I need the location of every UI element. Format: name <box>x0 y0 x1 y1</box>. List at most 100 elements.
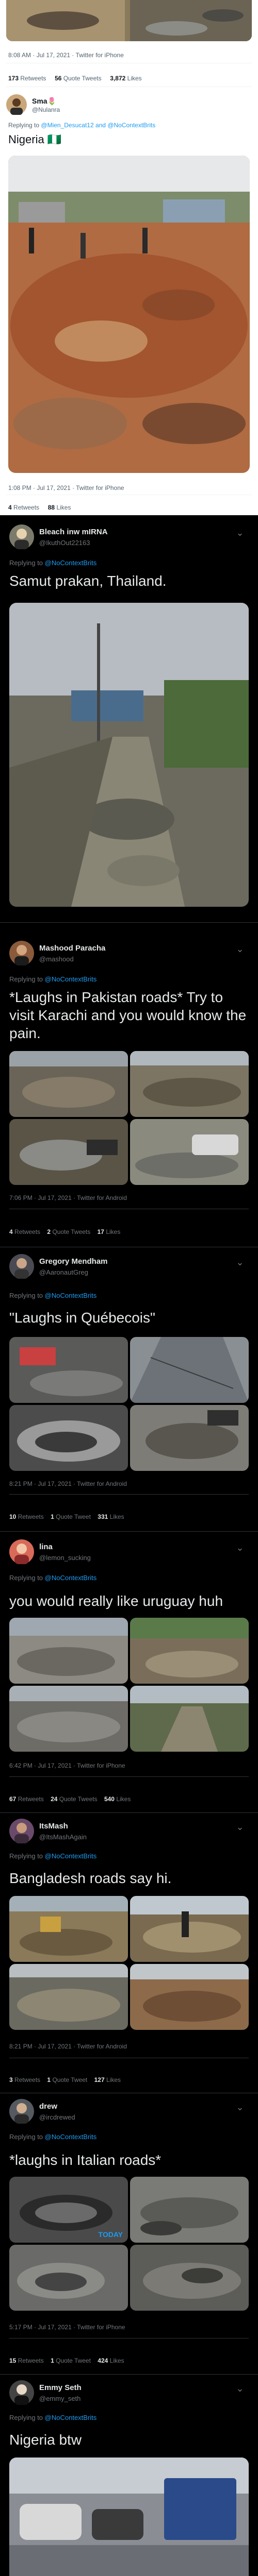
tweet4-stats: 10 Retweets 1 Quote Tweet 331 Likes <box>9 1513 124 1520</box>
chevron-down-icon[interactable]: ⌄ <box>233 1258 247 1267</box>
tweet4-likes-count[interactable]: 331 <box>98 1513 108 1520</box>
tweet5-author-name[interactable]: lina <box>39 1543 53 1551</box>
replying-handle[interactable]: @NoContextBrits <box>45 1852 97 1860</box>
tweet6-likes-count[interactable]: 127 <box>94 2076 105 2083</box>
tweet3-photo-4[interactable] <box>130 1119 249 1185</box>
tweet7-author-handle[interactable]: @ircdrewed <box>39 2113 75 2121</box>
avatar[interactable] <box>9 524 34 549</box>
tweet4-photo-1[interactable] <box>9 1337 128 1403</box>
retweets-label: Retweets <box>18 1513 44 1520</box>
tweet5-photo-1[interactable] <box>9 1618 128 1684</box>
tweet5-likes-count[interactable]: 540 <box>104 1795 115 1803</box>
tweet0-photo-top[interactable] <box>6 0 252 41</box>
tweet3-retweets-count[interactable]: 4 <box>9 1228 13 1235</box>
avatar[interactable] <box>9 2099 34 2124</box>
chevron-down-icon[interactable]: ⌄ <box>233 1822 247 1832</box>
retweets-label: Retweets <box>20 75 46 82</box>
tweet7-author-name[interactable]: drew <box>39 2102 57 2111</box>
replying-handle[interactable]: @NoContextBrits <box>45 1292 97 1299</box>
tweet2-author-handle[interactable]: @IkuthOut22163 <box>39 539 90 547</box>
tweet0-retweets-count[interactable]: 173 <box>8 75 19 82</box>
tweet8-author-name[interactable]: Emmy Seth <box>39 2383 82 2392</box>
chevron-down-icon[interactable]: ⌄ <box>233 2384 247 2393</box>
tweet3-photo-3[interactable] <box>9 1119 128 1185</box>
tweet3-stats: 4 Retweets 2 Quote Tweets 17 Likes <box>9 1228 120 1235</box>
chevron-down-icon[interactable]: ⌄ <box>233 2103 247 2112</box>
replying-handle[interactable]: @NoContextBrits <box>45 975 97 983</box>
chevron-down-icon[interactable]: ⌄ <box>233 528 247 537</box>
tweet4-author-handle[interactable]: @AaronautGreg <box>39 1268 88 1276</box>
chevron-down-icon[interactable]: ⌄ <box>233 944 247 954</box>
tweet4-photo-4[interactable] <box>130 1405 249 1471</box>
tweet7-retweets-count[interactable]: 15 <box>9 2357 16 2364</box>
replying-handle[interactable]: @NoContextBrits <box>45 2133 97 2141</box>
tweet3-photo-1[interactable] <box>9 1051 128 1117</box>
tweet8-author-handle[interactable]: @emmy_seth <box>39 2395 80 2402</box>
tweet5-quotes-count[interactable]: 24 <box>51 1795 57 1803</box>
tweet7-photo-1[interactable]: TODAY <box>9 2177 128 2243</box>
tweet7-timestamp[interactable]: 5:17 PM · Jul 17, 2021 · Twitter for iPh… <box>9 2324 125 2331</box>
chevron-down-icon[interactable]: ⌄ <box>233 1543 247 1552</box>
retweets-label: Retweets <box>18 1795 44 1803</box>
tweet7-photo-2[interactable] <box>130 2177 249 2243</box>
tweet0-quotes-count[interactable]: 56 <box>55 75 61 82</box>
tweet6-quotes-count[interactable]: 1 <box>47 2076 51 2083</box>
tweet6-photo-2[interactable] <box>130 1896 249 1962</box>
tweet2-replying-to: Replying to @NoContextBrits <box>9 559 96 567</box>
replying-handle[interactable]: @NoContextBrits <box>45 559 97 567</box>
tweet5-photo-4[interactable] <box>130 1686 249 1752</box>
tweet3-author-handle[interactable]: @mashood <box>39 955 74 963</box>
avatar[interactable] <box>9 2380 34 2405</box>
replying-handles[interactable]: @Mien_Desucat12 and @NoContextBrits <box>41 122 155 129</box>
tweet7-text: *laughs in Italian roads* <box>9 2152 162 2168</box>
tweet6-photo-4[interactable] <box>130 1964 249 2030</box>
tweet7-likes-count[interactable]: 424 <box>98 2357 108 2364</box>
tweet4-author-name[interactable]: Gregory Mendham <box>39 1257 108 1266</box>
tweet4-timestamp[interactable]: 8:21 PM · Jul 17, 2021 · Twitter for And… <box>9 1480 127 1487</box>
tweet3-likes-count[interactable]: 17 <box>98 1228 104 1235</box>
avatar[interactable] <box>9 1539 34 1564</box>
tweet5-retweets-count[interactable]: 67 <box>9 1795 16 1803</box>
tweet1-photo[interactable] <box>8 156 250 473</box>
tweet3-quotes-count[interactable]: 2 <box>47 1228 51 1235</box>
replying-handle[interactable]: @NoContextBrits <box>45 2414 97 2421</box>
tweet6-timestamp[interactable]: 8:21 PM · Jul 17, 2021 · Twitter for And… <box>9 2043 127 2050</box>
tweet0-likes-count[interactable]: 3,872 <box>110 75 125 82</box>
tweet2-author-name[interactable]: Bleach inw mIRNA <box>39 528 108 536</box>
avatar[interactable] <box>6 94 27 115</box>
tweet4-photo-3[interactable] <box>9 1405 128 1471</box>
avatar[interactable] <box>9 941 34 965</box>
tweet5-author-handle[interactable]: @lemon_sucking <box>39 1554 91 1562</box>
tweet1-author-handle[interactable]: @Nulanra <box>32 106 60 113</box>
tweet4-photo-2[interactable] <box>130 1337 249 1403</box>
tweet3-photo-2[interactable] <box>130 1051 249 1117</box>
replying-handle[interactable]: @NoContextBrits <box>45 1574 97 1582</box>
avatar[interactable] <box>9 1819 34 1843</box>
tweet1-author-name[interactable]: Sma🌷 <box>32 97 56 106</box>
tweet6-retweets-count[interactable]: 3 <box>9 2076 13 2083</box>
tweet6-author-name[interactable]: ItsMash <box>39 1822 68 1831</box>
tweet5-timestamp[interactable]: 6:42 PM · Jul 17, 2021 · Twitter for iPh… <box>9 1762 125 1769</box>
tweet6-photo-grid <box>9 1896 249 2030</box>
tweet3-timestamp[interactable]: 7:06 PM · Jul 17, 2021 · Twitter for And… <box>9 1194 127 1201</box>
tweet4-quotes-count[interactable]: 1 <box>51 1513 54 1520</box>
tweet2-photo[interactable] <box>9 603 249 907</box>
tweet0-timestamp[interactable]: 8:08 AM · Jul 17, 2021 · Twitter for iPh… <box>8 52 124 59</box>
tweet7-photo-4[interactable] <box>130 2245 249 2311</box>
tweet7-quotes-count[interactable]: 1 <box>51 2357 54 2364</box>
tweet8-photo[interactable] <box>9 2458 249 2576</box>
tweet1-timestamp[interactable]: 1:08 PM · Jul 17, 2021 · Twitter for iPh… <box>8 484 124 492</box>
tweet6-author-handle[interactable]: @ItsMashAgain <box>39 1833 87 1841</box>
quotes-label: Quote Tweets <box>59 1795 98 1803</box>
tweet1-retweets-count[interactable]: 4 <box>8 504 12 511</box>
tweet6-photo-3[interactable] <box>9 1964 128 2030</box>
tweet1-likes-count[interactable]: 88 <box>48 504 55 511</box>
avatar[interactable] <box>9 1254 34 1279</box>
tweet4-retweets-count[interactable]: 10 <box>9 1513 16 1520</box>
tweet3-author-name[interactable]: Mashood Paracha <box>39 944 105 953</box>
tweet7-photo-grid: TODAY <box>9 2177 249 2311</box>
tweet5-photo-2[interactable] <box>130 1618 249 1684</box>
tweet6-photo-1[interactable] <box>9 1896 128 1962</box>
tweet5-photo-3[interactable] <box>9 1686 128 1752</box>
tweet7-photo-3[interactable] <box>9 2245 128 2311</box>
